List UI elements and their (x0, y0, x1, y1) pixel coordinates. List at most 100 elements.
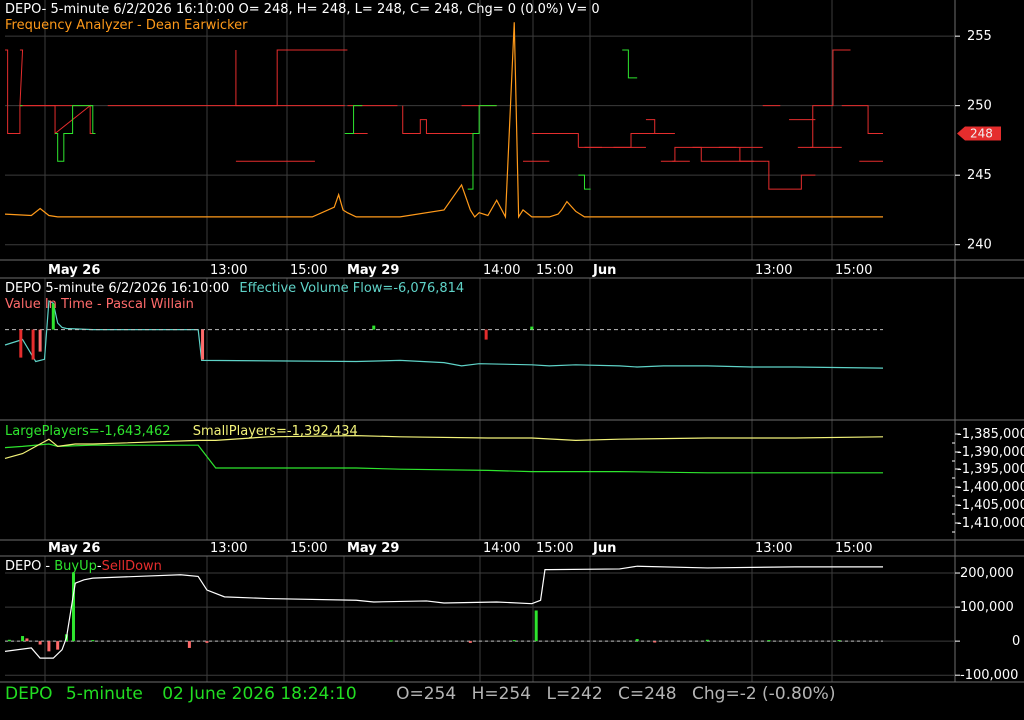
x-tick-label: 15:00 (835, 263, 872, 278)
flow-bar (201, 329, 205, 360)
buy-sell-bar (635, 639, 639, 642)
buyup-label: BuyUp (54, 559, 97, 574)
buy-sell-bar (653, 641, 657, 643)
footer-symbol: DEPO (5, 684, 53, 704)
x-tick-label: May 29 (347, 263, 399, 278)
y-tick-label: 255 (967, 29, 992, 44)
value-in-time-symbol-line: DEPO 5-minute 6/2/2026 16:10:00 (5, 281, 230, 296)
price-line-red (672, 146, 754, 162)
flow-bar (31, 329, 35, 360)
buy-sell-bar (71, 573, 75, 642)
price-line-green (344, 105, 363, 134)
flow-bar (484, 329, 488, 340)
x-tick-label: May 26 (48, 541, 100, 556)
price-line-green (55, 105, 93, 162)
price-line-green (622, 49, 638, 79)
last-price-label: 248 (970, 126, 993, 140)
y-tick-label: -1,410,000 (957, 516, 1024, 531)
y-tick-label: -1,400,000 (957, 480, 1024, 495)
footer-status: DEPO 5-minute 02 June 2026 18:24:10 O=25… (5, 684, 835, 704)
y-tick-label: 240 (967, 238, 992, 253)
buy-sell-bar (534, 610, 538, 642)
indicator-name-value-in-time: Value In Time - Pascal Willain (5, 297, 194, 312)
buyup-selldown-line (4, 565, 883, 659)
buy-sell-bar (837, 640, 841, 642)
price-line-red (645, 119, 673, 134)
buy-sell-bar (25, 638, 29, 642)
players-panel-title: LargePlayers=-1,643,462 SmallPlayers=-1,… (5, 424, 358, 439)
players-line-largeplayers (4, 443, 883, 474)
footer-close: C=248 (618, 684, 677, 704)
buyup-symbol-prefix: DEPO - (5, 559, 55, 574)
price-line-orange (4, 22, 883, 220)
flow-bar (372, 325, 376, 330)
price-line-green (467, 105, 497, 190)
price-line-red (19, 49, 93, 107)
buy-sell-bar (56, 641, 60, 650)
y-tick-label: 0 (1012, 634, 1020, 649)
y-tick-label: -100,000 (960, 668, 1018, 683)
x-tick-label: 15:00 (835, 541, 872, 556)
y-tick-label: 200,000 (960, 566, 1014, 581)
x-tick-label: Jun (592, 541, 616, 556)
x-tick-label: Jun (592, 263, 616, 278)
y-tick-label: -1,395,000 (957, 462, 1024, 477)
buy-sell-bar (7, 639, 11, 642)
price-line-red (107, 49, 348, 107)
x-tick-label: 15:00 (536, 541, 573, 556)
y-tick-label: 250 (967, 99, 992, 114)
price-line-red (830, 49, 851, 107)
footer-datetime: 02 June 2026 18:24:10 (162, 684, 357, 704)
flow-bar (38, 329, 42, 352)
buy-sell-bar (468, 641, 472, 643)
x-tick-label: 15:00 (290, 263, 327, 278)
footer-low: L=242 (546, 684, 603, 704)
buy-sell-bar (38, 641, 42, 645)
y-tick-label: 100,000 (960, 600, 1014, 615)
price-line-red (841, 105, 883, 134)
buy-sell-bar (47, 641, 51, 652)
footer-interval: 5-minute (65, 684, 143, 704)
y-tick-label: -1,385,000 (957, 427, 1024, 442)
footer-open: O=254 (396, 684, 457, 704)
chart-canvas: 255 250 245 240 248 May 26 13:00 15:00 May 29 14:… (0, 0, 1024, 683)
buy-sell-bar (389, 640, 393, 642)
x-tick-label: 13:00 (755, 541, 792, 556)
x-tick-label: 13:00 (755, 263, 792, 278)
price-line-green (578, 174, 591, 190)
flow-bar (19, 329, 23, 358)
x-tick-label: 13:00 (210, 541, 247, 556)
indicator-name-frequency-analyzer: Frequency Analyzer - Dean Earwicker (5, 18, 248, 33)
price-line-red (5, 49, 96, 135)
x-tick-label: 14:00 (483, 541, 520, 556)
price-line-red (810, 105, 831, 148)
price-line-red (402, 105, 456, 134)
x-tick-label: 13:00 (210, 263, 247, 278)
buy-sell-bar (187, 641, 191, 648)
selldown-label: SellDown (101, 559, 162, 574)
players-line-smallplayers (4, 434, 884, 459)
footer-change: Chg=-2 (-0.80%) (692, 684, 836, 704)
small-players-value: SmallPlayers=-1,392,434 (192, 424, 358, 439)
price-line-red (235, 50, 345, 107)
buyup-selldown-panel-title: DEPO - BuyUp-SellDown (5, 559, 162, 574)
x-tick-label: May 29 (347, 541, 399, 556)
x-tick-label: 14:00 (483, 263, 520, 278)
buy-sell-bar (512, 640, 516, 642)
effective-volume-flow-value: Effective Volume Flow=-6,076,814 (239, 281, 465, 296)
footer-high: H=254 (471, 684, 532, 704)
price-line-green (90, 105, 96, 134)
y-tick-label: 245 (967, 168, 992, 183)
buy-sell-bar (205, 641, 209, 643)
x-tick-label: May 26 (48, 263, 100, 278)
price-panel-title: DEPO- 5-minute 6/2/2026 16:10:00 O= 248,… (5, 2, 600, 17)
buy-sell-bar (91, 640, 95, 642)
buy-sell-bar (767, 640, 771, 642)
price-line-red (569, 132, 579, 148)
price-line-red (739, 147, 767, 162)
buy-sell-bar (21, 636, 25, 642)
large-players-value: LargePlayers=-1,643,462 (5, 424, 171, 439)
x-tick-label: 15:00 (290, 541, 327, 556)
flow-bar (530, 326, 534, 330)
y-tick-label: -1,405,000 (957, 498, 1024, 513)
